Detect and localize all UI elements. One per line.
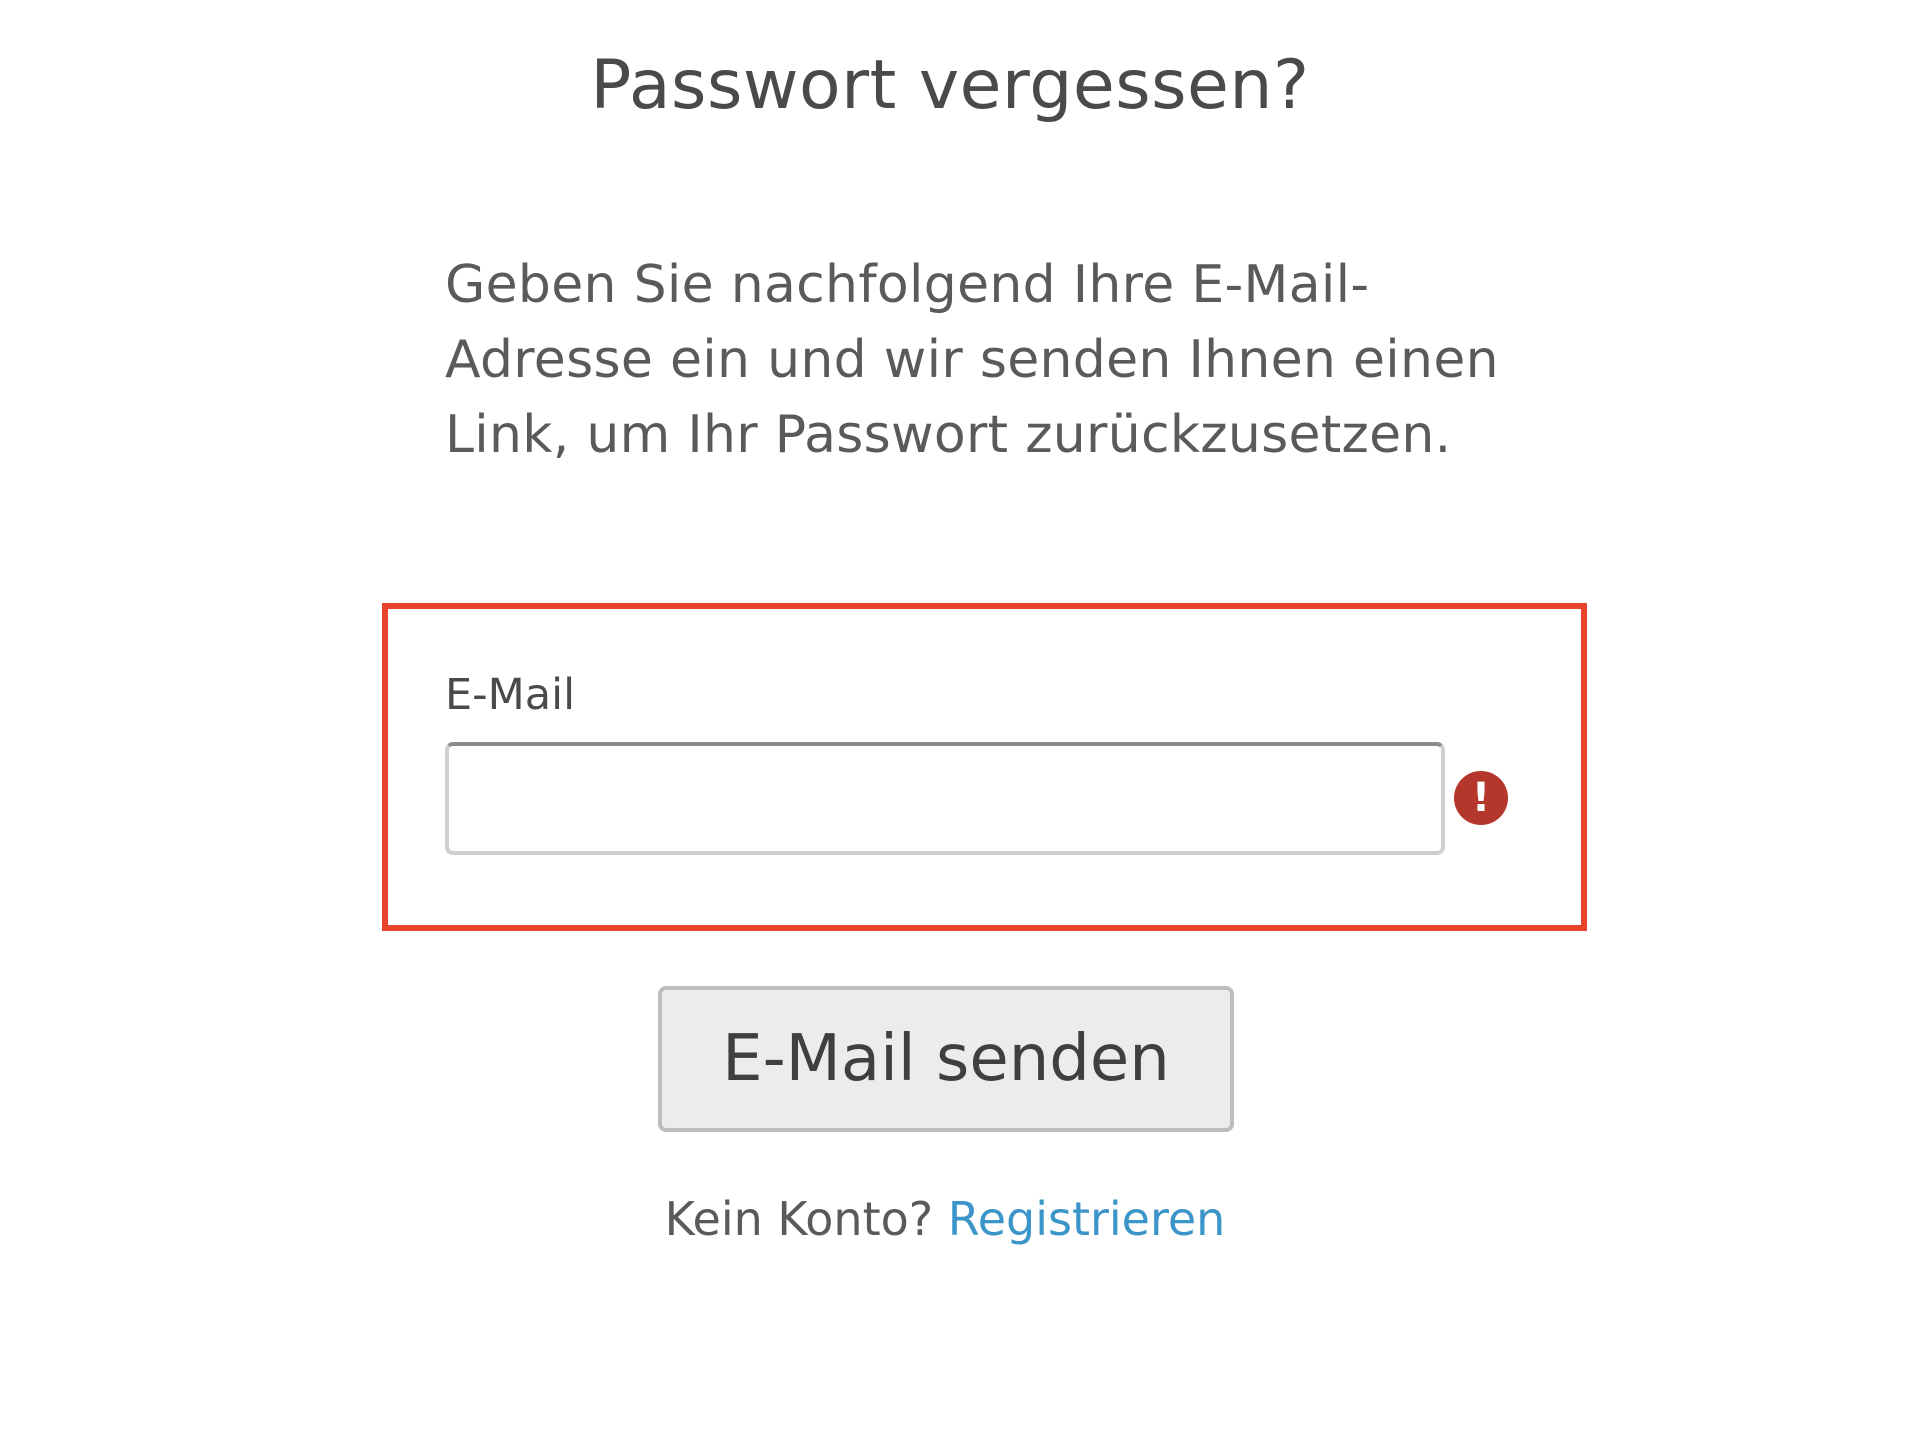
intro-line-3: Link, um Ihr Passwort zurückzusetzen. (445, 405, 1452, 465)
register-line: Kein Konto? Registrieren (0, 1192, 1890, 1246)
forgot-password-page: Passwort vergessen? Geben Sie nachfolgen… (0, 0, 1920, 1440)
send-email-button[interactable]: E-Mail senden (658, 986, 1234, 1132)
email-input[interactable] (445, 742, 1445, 855)
intro-line-2: Adresse ein und wir senden Ihnen einen (445, 330, 1499, 390)
page-title: Passwort vergessen? (590, 46, 1310, 125)
intro-text: Geben Sie nachfolgend Ihre E-Mail- Adres… (445, 248, 1499, 473)
email-label: E-Mail (445, 670, 576, 720)
exclamation-icon: ! (1454, 771, 1508, 825)
register-link[interactable]: Registrieren (948, 1192, 1226, 1246)
register-prompt: Kein Konto? (664, 1192, 948, 1246)
intro-line-1: Geben Sie nachfolgend Ihre E-Mail- (445, 255, 1370, 315)
